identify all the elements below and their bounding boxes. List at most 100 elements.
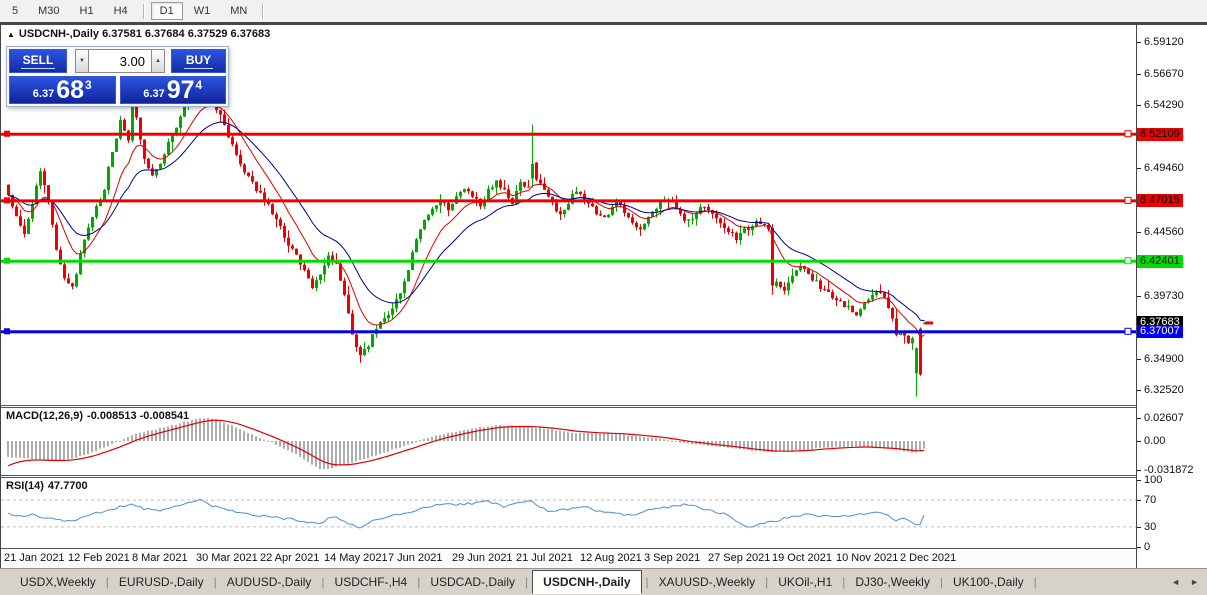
timeframe-button-W1[interactable]: W1: [185, 2, 220, 20]
spin-up-icon: ▲: [155, 58, 161, 64]
buy-price-display[interactable]: 6.37 97 4: [120, 76, 227, 104]
tab-scroll-left-icon[interactable]: ◄: [1171, 577, 1180, 587]
timeframe-button-M30[interactable]: M30: [29, 2, 68, 20]
chart-tab-usdcad-[interactable]: USDCAD-,Daily: [424, 572, 521, 592]
tab-separator: |: [842, 575, 845, 589]
tab-separator: |: [765, 575, 768, 589]
tab-scroll-arrows: ◄►: [1171, 577, 1199, 587]
tick-label: 0.02607: [1144, 412, 1184, 425]
buy-button-label: BUY: [184, 53, 213, 69]
timeframe-button-5[interactable]: 5: [3, 2, 27, 20]
timeframe-button-H4[interactable]: H4: [105, 2, 137, 20]
chart-tab-usdcnh-[interactable]: USDCNH-,Daily: [532, 570, 641, 594]
chart-tab-usdx[interactable]: USDX,Weekly: [14, 572, 102, 592]
tick-label: 6.39730: [1144, 290, 1184, 303]
candles: [7, 62, 926, 397]
volume-decrease-button[interactable]: ▼: [75, 49, 89, 73]
tab-separator: |: [106, 575, 109, 589]
date-axis-label: 21 Jul 2021: [516, 552, 573, 564]
chart-tab-eurusd-[interactable]: EURUSD-,Daily: [113, 572, 210, 592]
timeframe-button-D1[interactable]: D1: [151, 2, 183, 20]
date-axis-label: 19 Oct 2021: [772, 552, 832, 564]
rsi-chart: [1, 478, 1136, 549]
tick-label: 6.54290: [1144, 99, 1184, 112]
date-axis-label: 30 Mar 2021: [196, 552, 258, 564]
mt4-window: 5M30H1H4 D1W1MN ▲ USDCNH-,Daily 6.37581 6.…: [0, 0, 1207, 595]
rsi-value: 47.7700: [48, 480, 88, 492]
tick-mark: [1137, 547, 1141, 548]
buy-price-sup: 4: [196, 78, 203, 92]
macd-label: MACD(12,26,9)-0.008513 -0.008541: [6, 410, 193, 422]
tick-label: 6.56670: [1144, 68, 1184, 81]
date-axis-label: 27 Sep 2021: [708, 552, 770, 564]
spin-down-icon: ▼: [79, 58, 85, 64]
macd-pane: MACD(12,26,9)-0.008513 -0.008541: [1, 408, 1136, 475]
chart-window: ▲ USDCNH-,Daily 6.37581 6.37684 6.37529 6…: [0, 25, 1207, 568]
date-axis-label: 12 Feb 2021: [68, 552, 130, 564]
chart-tab-dj30-[interactable]: DJ30-,Weekly: [849, 572, 935, 592]
last-price-marker: [925, 321, 933, 324]
symbol-line: ▲ USDCNH-,Daily 6.37581 6.37684 6.37529 6…: [7, 28, 270, 40]
collapse-chart-icon[interactable]: ▲: [7, 30, 15, 39]
sell-price-big: 68: [56, 78, 84, 102]
tick-label: 6.59120: [1144, 36, 1184, 49]
hline-price-label[interactable]: 6.47015: [1137, 194, 1183, 207]
macd-name: MACD(12,26,9): [6, 410, 83, 422]
tick-label: 6.44560: [1144, 226, 1184, 239]
tick-mark: [1137, 42, 1141, 43]
tick-label: 6.34900: [1144, 353, 1184, 366]
chart-tab-xauusd-[interactable]: XAUUSD-,Weekly: [653, 572, 761, 592]
sell-price-prefix: 6.37: [33, 88, 54, 100]
chart-tabbar: USDX,Weekly | EURUSD-,Daily | AUDUSD-,Daily |…: [0, 568, 1207, 595]
date-axis-label: 8 Mar 2021: [132, 552, 188, 564]
tab-separator: |: [1034, 575, 1037, 589]
rsi-name: RSI(14): [6, 480, 44, 492]
tick-mark: [1137, 390, 1141, 391]
tab-separator: |: [525, 575, 528, 589]
tick-mark: [1137, 418, 1141, 419]
price-pane: ▲ USDCNH-,Daily 6.37581 6.37684 6.37529 6…: [1, 25, 1136, 405]
volume-increase-button[interactable]: ▲: [151, 49, 165, 73]
sell-button-label: SELL: [21, 53, 56, 69]
trade-panel-price-row: 6.37 68 3 6.37 97 4: [9, 76, 226, 104]
rsi-line: [8, 499, 924, 528]
timeframe-button-H1[interactable]: H1: [71, 2, 103, 20]
hline-price-label[interactable]: 6.52109: [1137, 128, 1183, 141]
date-axis-label: 2 Dec 2021: [900, 552, 956, 564]
chart-tab-audusd-[interactable]: AUDUSD-,Daily: [221, 572, 318, 592]
rsi-label: RSI(14) 47.7700: [6, 480, 92, 492]
tick-label: 70: [1144, 494, 1156, 507]
chart-tab-usdchf-[interactable]: USDCHF-,H4: [329, 572, 414, 592]
hline-price-label[interactable]: 6.37007: [1137, 325, 1183, 338]
sell-price-display[interactable]: 6.37 68 3: [9, 76, 116, 104]
tick-mark: [1137, 500, 1141, 501]
buy-price-big: 97: [167, 78, 195, 102]
horizontal-line[interactable]: [1, 258, 1136, 264]
sell-button[interactable]: SELL: [9, 49, 67, 73]
buy-button[interactable]: BUY: [171, 49, 226, 73]
tick-label: 0: [1144, 541, 1150, 554]
timeframe-button-MN[interactable]: MN: [221, 2, 256, 20]
tick-mark: [1137, 359, 1141, 360]
date-axis-label: 29 Jun 2021: [452, 552, 513, 564]
macd-histogram: [7, 418, 925, 469]
tick-mark: [1137, 296, 1141, 297]
horizontal-line[interactable]: [1, 328, 1136, 334]
toolbar-separator: [143, 4, 145, 19]
chart-tab-ukoil-[interactable]: UKOil-,H1: [772, 572, 838, 592]
date-axis-label: 22 Apr 2021: [260, 552, 319, 564]
tick-mark: [1137, 232, 1141, 233]
chart-tab-uk100-[interactable]: UK100-,Daily: [947, 572, 1030, 592]
date-axis-label: 10 Nov 2021: [836, 552, 898, 564]
tick-mark: [1137, 74, 1141, 75]
hline-price-label[interactable]: 6.42401: [1137, 255, 1183, 268]
symbol-ohlc-values: 6.37581 6.37684 6.37529 6.37683: [102, 28, 270, 40]
date-axis-label: 14 May 2021: [324, 552, 388, 564]
volume-input[interactable]: [89, 49, 151, 73]
tick-label: 30: [1144, 521, 1156, 534]
tab-separator: |: [214, 575, 217, 589]
symbol-title: USDCNH-,Daily: [19, 28, 99, 40]
tick-mark: [1137, 441, 1141, 442]
date-axis-label: 3 Sep 2021: [644, 552, 700, 564]
tab-scroll-right-icon[interactable]: ►: [1190, 577, 1199, 587]
